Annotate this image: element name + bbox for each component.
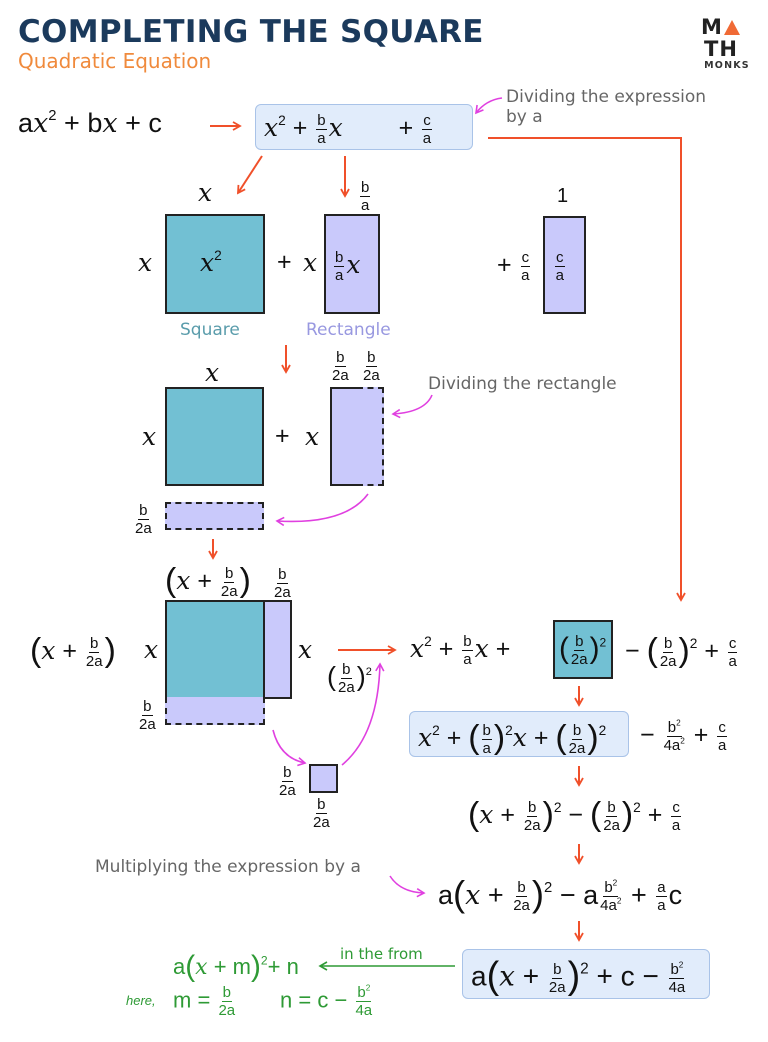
highlight-term-text: (b 2a)2 [559,632,607,668]
step4-top-right-label: b 2a [274,566,291,601]
final-expression-box: a(x + b 2a)2 + c − b2 4a [462,949,710,999]
label-in-the-form: in the from [340,945,423,963]
step4-side-x: x [144,635,159,664]
step4-top-label: (x + b 2a) [165,561,251,600]
op-plus-const: + ca [497,249,531,284]
var-x: x [328,113,343,143]
coef-b: b [87,108,103,138]
perfect-square-rest: − b2 4a2 + ca [640,718,727,754]
n-definition: n = c − b2 4a [280,983,373,1019]
general-vertex-form: a(x + m)2+ n [173,950,299,983]
magenta-arrow-to-small-square [272,729,307,767]
step4-side-label: (x + b 2a) [30,631,116,670]
step3-square-top-x: x [205,358,220,387]
expr-multiplied: a(x + b 2a)2 − a b2 4a2 + aac [438,873,683,915]
note-line-2: by a [506,106,543,127]
step3-half-label-2: b 2a [363,349,380,384]
frac-c-over-a: ca [422,112,432,147]
label-rectangle: Rectangle [306,320,391,340]
label-square: Square [180,320,240,340]
coef-a: a [18,108,34,138]
highlight-square-term: (b 2a)2 [553,620,613,679]
small-square-bottom-label: b 2a [313,796,330,831]
rect-half-dashed [357,387,384,486]
step4-bottom-label: b 2a [139,698,156,733]
step4-right-x: x [298,635,313,664]
step4-bottom-strip [165,697,265,725]
rect-top-label: ba [360,179,371,214]
rectangle-bx-over-a: bax [324,214,380,314]
note-dividing-rectangle: Dividing the rectangle [428,374,617,394]
rect-half-solid [330,387,359,486]
step4-right-strip [263,600,292,699]
step3-square-side-x: x [142,422,157,451]
perfect-square-box: x2 + (b a)2x + (b 2a)2 [409,711,629,757]
expr-completed: x2 + bax + [410,633,511,668]
magenta-arrow-move-strip [275,493,369,527]
exp-2: 2 [278,113,286,129]
step3-plus: + [275,422,290,450]
exp-2: 2 [48,108,57,125]
small-square [309,764,338,793]
rect-area-label: bax [334,249,361,284]
op-plus: + [292,114,308,143]
var-x: x [264,113,279,143]
var-x: x [33,108,49,139]
rectangle-c-over-a: ca [543,216,586,314]
const-rect-top-label: 1 [557,185,569,207]
square-x-squared: x2 [165,214,265,314]
arrow-to-square [237,155,263,195]
const-c: c [148,108,162,138]
step3-half-label-1: b 2a [332,349,349,384]
frac-b-over-a: ba [316,112,327,147]
op-plus: + [125,108,141,138]
rect-side-label-x: x [303,248,318,277]
m-definition: m = b 2a [173,984,236,1019]
divided-expression-box: x2 + bax + ca [255,104,473,150]
step3-rect-side-x: x [305,422,320,451]
step3-square [165,387,264,486]
here-label: here, [126,993,156,1008]
note-line-1: Dividing the expression [506,87,707,107]
small-square-side-label: b 2a [279,764,296,799]
magenta-arrow-rect-note [391,394,433,419]
step4-square [165,600,265,699]
note-dividing-expression: Dividing the expression by a [506,87,707,127]
connector-right [488,137,686,602]
original-expression: ax2 + bx + c [18,108,162,139]
expr-completed-rest: − (b 2a)2 + ca [625,631,738,670]
square-top-label-x: x [198,178,213,207]
const-rect-area: ca [555,249,565,284]
note-multiplying: Multiplying the expression by a [95,857,361,877]
expr-factored: (x + b 2a)2 − (b 2a)2 + ca [468,795,681,834]
var-x: x [102,108,118,139]
missing-square-label: (b 2a)2 [327,661,372,696]
strip-side-label: b 2a [135,502,152,537]
magenta-arrow-divide-note [475,97,503,115]
square-side-label-x: x [138,248,153,277]
op-plus: + [64,108,80,138]
op-plus: + [398,114,414,143]
op-plus-rect: + [277,248,292,276]
moved-strip [165,502,264,530]
square-area-label: x2 [200,248,222,277]
magenta-arrow-multiply-note [389,875,426,898]
